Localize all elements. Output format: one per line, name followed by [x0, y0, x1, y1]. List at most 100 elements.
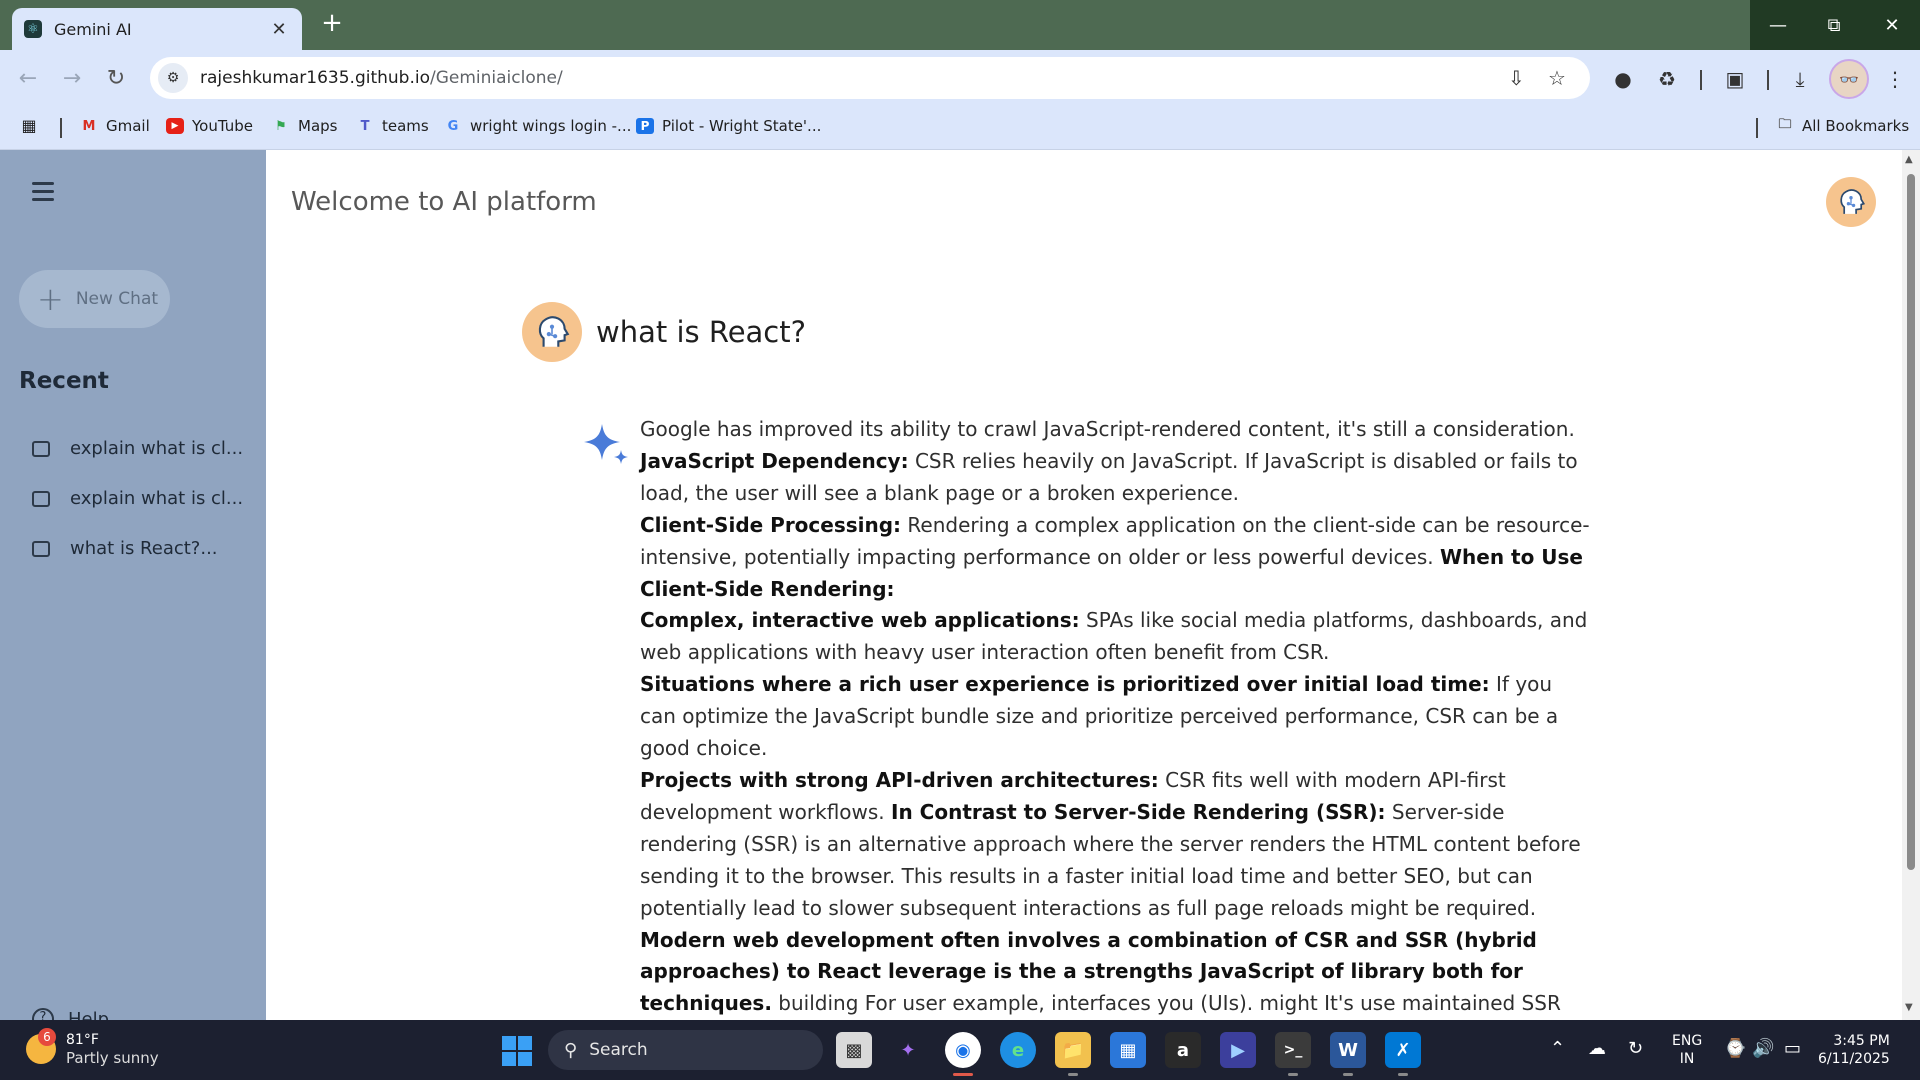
downloads-icon[interactable]: ⤓ — [1785, 64, 1815, 94]
response-paragraph: Projects with strong API-driven architec… — [640, 767, 1581, 1016]
word-icon[interactable]: W — [1330, 1032, 1366, 1076]
maps-icon: ⚑ — [275, 118, 287, 134]
gmail-icon: M — [82, 118, 96, 134]
tab-strip: ⚛ Gemini AI ✕ + — ⧉ ✕ — [0, 0, 1920, 50]
back-arrow-icon[interactable]: ← — [12, 62, 44, 94]
bookmark-youtube[interactable]: ▶ YouTube — [166, 117, 253, 135]
search-icon: ⚲ — [564, 1039, 578, 1061]
plus-icon: + — [37, 280, 64, 318]
install-app-icon[interactable]: ⇩ — [1508, 66, 1525, 90]
recent-heading: Recent — [19, 368, 109, 394]
scroll-down-arrow-icon[interactable]: ▼ — [1905, 1002, 1913, 1013]
page-title: Welcome to AI platform — [291, 187, 597, 217]
teams-icon: T — [360, 118, 370, 134]
edge-icon[interactable]: e — [1000, 1032, 1036, 1068]
visual-studio-icon[interactable]: ▶ — [1220, 1032, 1256, 1068]
user-avatar[interactable] — [1826, 177, 1876, 227]
menu-kebab-icon[interactable]: ⋮ — [1880, 64, 1910, 94]
vscode-icon[interactable]: ✗ — [1385, 1032, 1421, 1076]
amazon-icon[interactable]: a — [1165, 1032, 1201, 1068]
bookmark-maps[interactable]: ⚑ Maps — [272, 117, 337, 135]
chrome-icon[interactable]: ◉ — [945, 1032, 981, 1076]
toolbar-separator — [1767, 70, 1769, 90]
bookmarks-separator — [1756, 118, 1758, 138]
tab-search-icon[interactable]: ▣ — [1720, 64, 1750, 94]
url-domain: rajeshkumar1635.github.io — [200, 68, 430, 88]
bookmark-teams[interactable]: Tteams — [356, 117, 429, 135]
taskbar-search[interactable]: ⚲ Search — [548, 1030, 823, 1070]
sidebar: + New Chat Recent explain what is cl... … — [0, 150, 266, 1020]
response-paragraph: JavaScript Dependency: CSR relies heavil… — [640, 448, 1578, 505]
url-path: /Geminiaiclone/ — [430, 68, 563, 88]
apps-grid-icon[interactable]: ▦ — [20, 116, 46, 135]
bookmark-wright-wings[interactable]: Gwright wings login -... — [444, 117, 632, 135]
chat-bubble-icon — [32, 490, 50, 507]
close-window-button[interactable]: ✕ — [1864, 0, 1920, 50]
recent-chat-item[interactable]: explain what is cl... — [32, 488, 243, 509]
microsoft-store-icon[interactable]: ▦ — [1110, 1032, 1146, 1068]
response-paragraph: Google has improved its ability to crawl… — [640, 417, 1575, 441]
pilot-icon: P — [636, 118, 654, 134]
chat-bubble-icon — [32, 440, 50, 457]
chat-bubble-icon — [32, 540, 50, 557]
wifi-icon[interactable]: ⌚ — [1724, 1038, 1746, 1059]
new-chat-button[interactable]: + New Chat — [19, 270, 170, 328]
bookmarks-separator — [60, 118, 62, 138]
recent-chat-item[interactable]: what is React?... — [32, 538, 218, 559]
volume-icon[interactable]: 🔊 — [1752, 1038, 1774, 1059]
partly-sunny-icon: 6 — [26, 1028, 56, 1064]
all-bookmarks[interactable]: 🗀 All Bookmarks — [1776, 117, 1909, 135]
restore-button[interactable]: ⧉ — [1806, 0, 1862, 50]
response-paragraph: Situations where a rich user experience … — [640, 672, 1559, 761]
clock[interactable]: 3:45 PM 6/11/2025 — [1818, 1032, 1890, 1068]
scrollbar-thumb[interactable] — [1907, 174, 1915, 870]
new-tab-button[interactable]: + — [318, 10, 346, 38]
minimize-button[interactable]: — — [1750, 0, 1806, 50]
ai-head-icon — [538, 316, 570, 347]
youtube-icon: ▶ — [166, 118, 184, 134]
profile-avatar[interactable]: 👓 — [1829, 59, 1869, 99]
gemini-sparkle-icon — [584, 424, 628, 464]
onedrive-icon[interactable]: ☁ — [1588, 1038, 1606, 1059]
terminal-icon[interactable]: >_ — [1275, 1032, 1311, 1076]
help-icon: ? — [32, 1008, 54, 1020]
weather-badge: 6 — [38, 1028, 56, 1046]
temperature: 81°F — [66, 1032, 99, 1048]
recent-chat-item[interactable]: explain what is cl... — [32, 438, 243, 459]
forward-arrow-icon[interactable]: → — [56, 62, 88, 94]
task-view-icon[interactable]: ▩ — [836, 1032, 872, 1068]
extensions-puzzle-icon[interactable]: ♻ — [1652, 64, 1682, 94]
bookmarks-bar: ▦ M Gmail ▶ YouTube ⚑ Maps Tteams Gwright w… — [0, 106, 1920, 150]
address-bar[interactable]: ⚙ rajeshkumar1635.github.io/Geminiaiclon… — [150, 57, 1590, 99]
question-user-avatar — [522, 302, 582, 362]
tab-close-icon[interactable]: ✕ — [268, 19, 290, 40]
google-icon: G — [447, 118, 459, 134]
ai-response: Google has improved its ability to crawl… — [640, 414, 1590, 1020]
language-indicator[interactable]: ENG IN — [1672, 1032, 1702, 1068]
file-explorer-icon[interactable]: 📁 — [1055, 1032, 1091, 1076]
response-paragraph: Client-Side Processing: Rendering a comp… — [640, 512, 1590, 601]
browser-tab[interactable]: ⚛ Gemini AI ✕ — [12, 8, 302, 50]
page-scrollbar[interactable]: ▲ ▼ — [1902, 150, 1920, 1020]
site-info-icon[interactable]: ⚙ — [158, 63, 188, 93]
windows-start-icon[interactable] — [502, 1036, 532, 1066]
extension-shield-icon[interactable]: ● — [1608, 64, 1638, 94]
bookmark-gmail[interactable]: M Gmail — [80, 117, 150, 135]
reload-icon[interactable]: ↻ — [100, 62, 132, 94]
folder-icon: 🗀 — [1778, 117, 1792, 132]
tab-title: Gemini AI — [54, 19, 132, 39]
taskbar: 6 81°F Partly sunny ⚲ Search ▩ ✦ ◉ e 📁 ▦… — [0, 1020, 1920, 1080]
weather-description: Partly sunny — [66, 1049, 159, 1067]
weather-widget[interactable]: 6 81°F Partly sunny — [26, 1028, 159, 1067]
tray-chevron-icon[interactable]: ⌃ — [1550, 1038, 1565, 1059]
bookmark-pilot[interactable]: P Pilot - Wright State'... — [636, 117, 821, 135]
scroll-up-arrow-icon[interactable]: ▲ — [1905, 154, 1913, 165]
user-question: what is React? — [596, 315, 807, 349]
sync-icon[interactable]: ↻ — [1628, 1038, 1643, 1059]
bookmark-star-icon[interactable]: ☆ — [1548, 66, 1566, 90]
help-item[interactable]: ? Help — [32, 1008, 109, 1020]
battery-icon[interactable]: ▭ — [1784, 1038, 1801, 1059]
copilot-icon[interactable]: ✦ — [890, 1032, 926, 1068]
ai-head-icon — [1840, 189, 1866, 214]
menu-hamburger-icon[interactable] — [32, 182, 54, 206]
